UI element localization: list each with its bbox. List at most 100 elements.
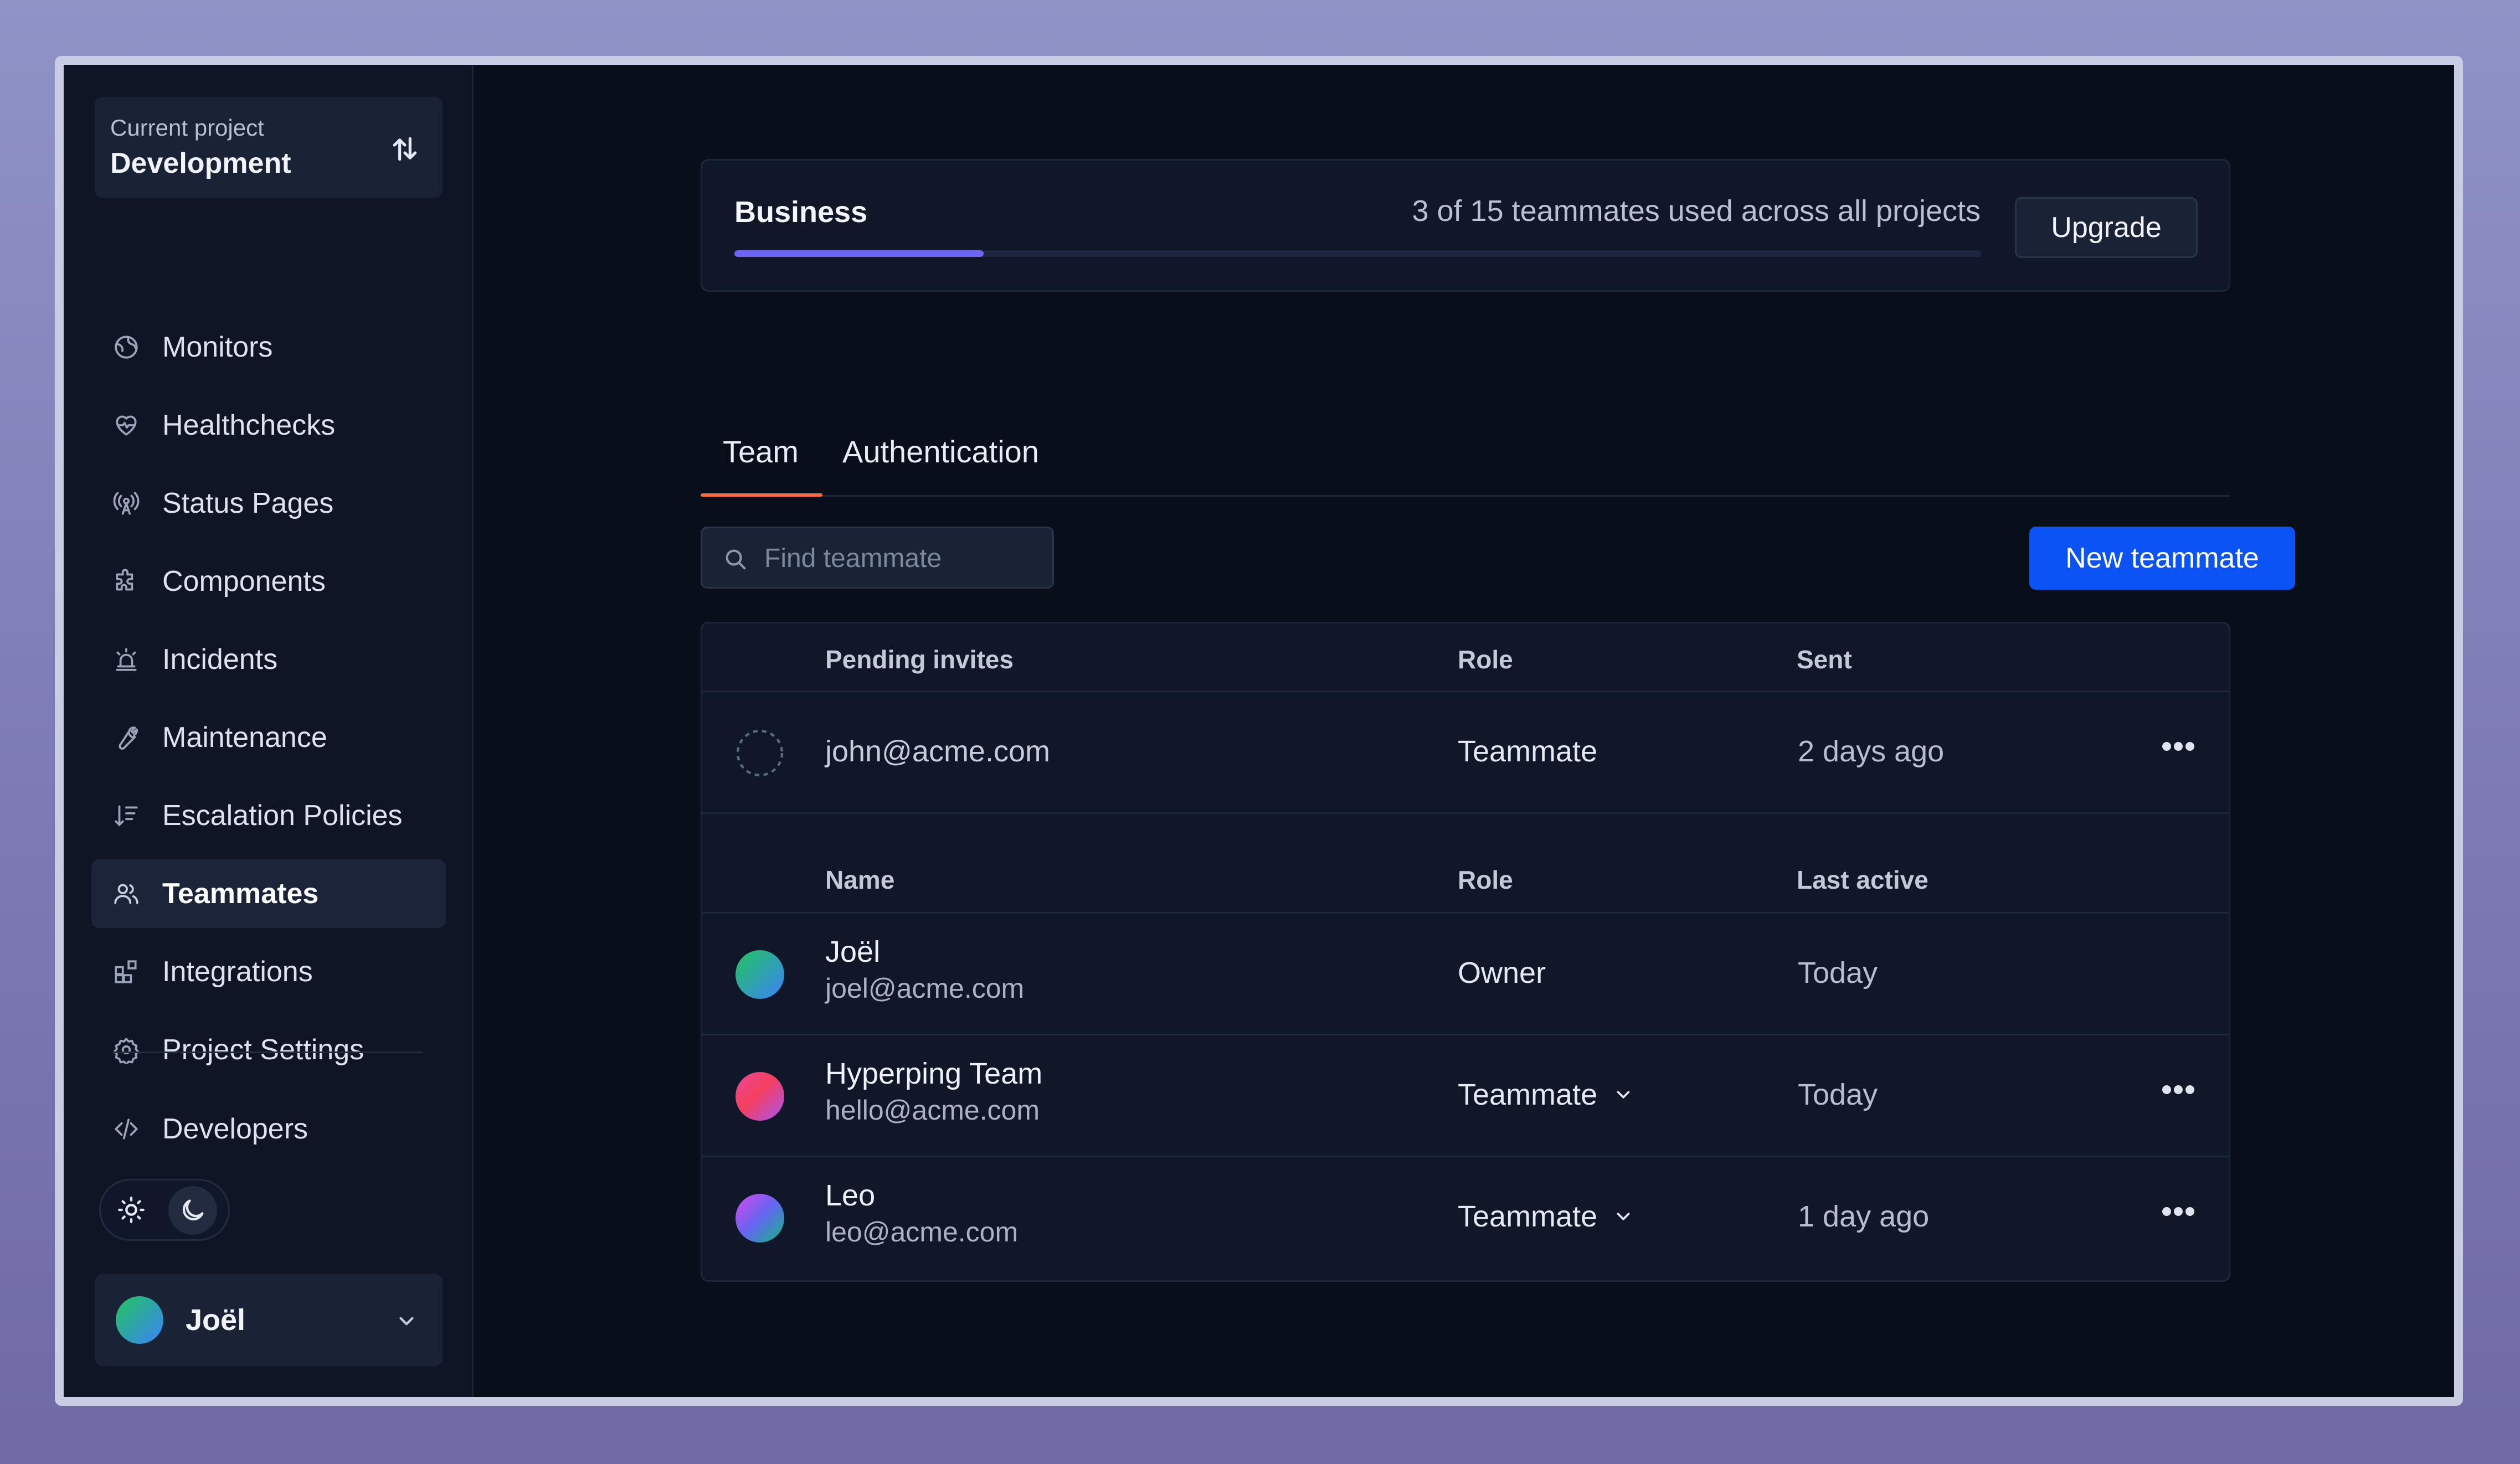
more-options-icon[interactable] — [2161, 1084, 2195, 1095]
chevron-down-icon — [399, 1317, 414, 1326]
members-table-header: Name Role Last active — [702, 814, 2229, 914]
wrench-icon — [119, 726, 138, 750]
plan-usage-text: 3 of 15 teammates used across all projec… — [1412, 194, 1981, 228]
sidebar-nav: Monitors Healthchecks Status Pages Compo… — [91, 313, 446, 1094]
sidebar-item-label: Maintenance — [162, 721, 327, 754]
project-switcher[interactable]: Current project Development — [95, 97, 443, 198]
avatar — [736, 1194, 784, 1243]
pending-table-header: Pending invites Role Sent — [702, 623, 2229, 692]
search-box — [701, 527, 1054, 589]
member-name: Joël — [825, 935, 881, 968]
role-select-value: Teammate — [1458, 1078, 1598, 1111]
project-name: Development — [110, 147, 291, 179]
teammates-table: Pending invites Role Sent john@acme.com … — [701, 622, 2230, 1282]
app-window: Current project Development Monitors Hea… — [55, 56, 2463, 1406]
radio-tower-icon — [113, 492, 140, 515]
sidebar-item-label: Developers — [162, 1113, 308, 1145]
more-options-icon[interactable] — [2161, 1206, 2195, 1217]
sidebar-item-escalation-policies[interactable]: Escalation Policies — [91, 781, 446, 850]
sidebar-item-components[interactable]: Components — [91, 547, 446, 616]
user-menu[interactable]: Joël — [95, 1274, 443, 1366]
member-name: Leo — [825, 1179, 876, 1212]
avatar — [116, 1296, 163, 1344]
table-row: john@acme.com Teammate 2 days ago — [702, 692, 2229, 814]
member-email: joel@acme.com — [825, 973, 1025, 1004]
member-last-active: Today — [1798, 956, 1878, 989]
avatar — [736, 950, 784, 999]
code-icon — [115, 1118, 138, 1140]
active-tab-indicator — [701, 493, 822, 497]
plan-name: Business — [734, 195, 868, 229]
column-header-role: Role — [1458, 865, 1513, 894]
moon-icon — [182, 1199, 204, 1221]
sidebar-item-label: Project Settings — [162, 1034, 364, 1066]
upgrade-button[interactable]: Upgrade — [2015, 197, 2198, 258]
column-header-pending: Pending invites — [825, 645, 1014, 674]
heart-pulse-icon — [116, 415, 137, 436]
search-input[interactable] — [763, 528, 1042, 588]
role-select[interactable]: Teammate — [1458, 1199, 1634, 1234]
avatar — [736, 1072, 784, 1121]
main-content: Business 3 of 15 teammates used across a… — [474, 65, 2454, 1397]
sidebar-item-healthchecks[interactable]: Healthchecks — [91, 391, 446, 460]
search-icon — [726, 549, 746, 570]
table-row: Hyperping Team hello@acme.com Teammate T… — [702, 1035, 2229, 1157]
member-role: Owner — [1458, 956, 1546, 989]
usage-progress-fill — [734, 250, 984, 257]
sidebar-item-project-settings[interactable]: Project Settings — [91, 1015, 446, 1084]
member-email: hello@acme.com — [825, 1095, 1040, 1126]
theme-toggle — [99, 1179, 230, 1241]
users-icon — [114, 884, 138, 904]
globe-icon — [115, 336, 138, 359]
sidebar-item-label: Healthchecks — [162, 409, 336, 441]
tab-team[interactable]: Team — [723, 434, 799, 470]
sidebar-item-label: Teammates — [162, 878, 319, 910]
sidebar-item-integrations[interactable]: Integrations — [91, 937, 446, 1006]
project-label: Current project — [110, 115, 264, 141]
plan-card: Business 3 of 15 teammates used across a… — [701, 159, 2230, 292]
member-name: Hyperping Team — [825, 1057, 1043, 1090]
column-header-role: Role — [1458, 645, 1513, 674]
puzzle-icon — [116, 569, 133, 591]
sun-icon — [118, 1197, 145, 1223]
chevron-down-icon — [1617, 1213, 1630, 1220]
usage-progress-bar — [734, 250, 1982, 257]
sidebar-item-label: Components — [162, 565, 326, 597]
tab-authentication[interactable]: Authentication — [842, 434, 1039, 470]
sidebar-item-label: Integrations — [162, 956, 313, 988]
sidebar-item-status-pages[interactable]: Status Pages — [91, 469, 446, 538]
invite-role: Teammate — [1458, 735, 1598, 768]
column-header-last-active: Last active — [1797, 865, 1928, 894]
sidebar: Current project Development Monitors Hea… — [64, 65, 474, 1397]
chevron-down-icon — [1617, 1091, 1630, 1099]
tab-bar: Team Authentication — [701, 405, 2230, 497]
light-mode-button[interactable] — [113, 1192, 150, 1228]
siren-icon — [116, 648, 137, 671]
sidebar-item-monitors[interactable]: Monitors — [91, 313, 446, 382]
new-teammate-button[interactable]: New teammate — [2029, 527, 2295, 590]
sidebar-item-label: Escalation Policies — [162, 800, 403, 832]
sidebar-item-developers[interactable]: Developers — [91, 1095, 467, 1163]
sidebar-item-label: Incidents — [162, 643, 278, 676]
pending-avatar-icon — [736, 729, 784, 777]
more-options-icon[interactable] — [2161, 741, 2195, 752]
sidebar-item-label: Monitors — [162, 331, 273, 363]
sidebar-item-incidents[interactable]: Incidents — [91, 625, 446, 694]
table-row: Leo leo@acme.com Teammate 1 day ago — [702, 1157, 2229, 1279]
invite-email: john@acme.com — [825, 735, 1050, 768]
gear-icon — [113, 1038, 140, 1064]
member-last-active: 1 day ago — [1798, 1200, 1930, 1233]
sidebar-item-label: Status Pages — [162, 487, 334, 519]
role-select[interactable]: Teammate — [1458, 1078, 1634, 1112]
sidebar-divider — [112, 1051, 423, 1053]
member-last-active: Today — [1798, 1078, 1878, 1111]
sidebar-item-teammates[interactable]: Teammates — [91, 859, 446, 928]
swap-arrows-icon — [393, 137, 417, 161]
sidebar-item-maintenance[interactable]: Maintenance — [91, 703, 446, 772]
column-header-sent: Sent — [1797, 645, 1852, 674]
dark-mode-button[interactable] — [168, 1186, 217, 1235]
member-email: leo@acme.com — [825, 1216, 1019, 1248]
arrow-down-list-icon — [115, 805, 138, 827]
blocks-icon — [115, 960, 137, 983]
table-row: Joël joel@acme.com Owner Today — [702, 914, 2229, 1035]
